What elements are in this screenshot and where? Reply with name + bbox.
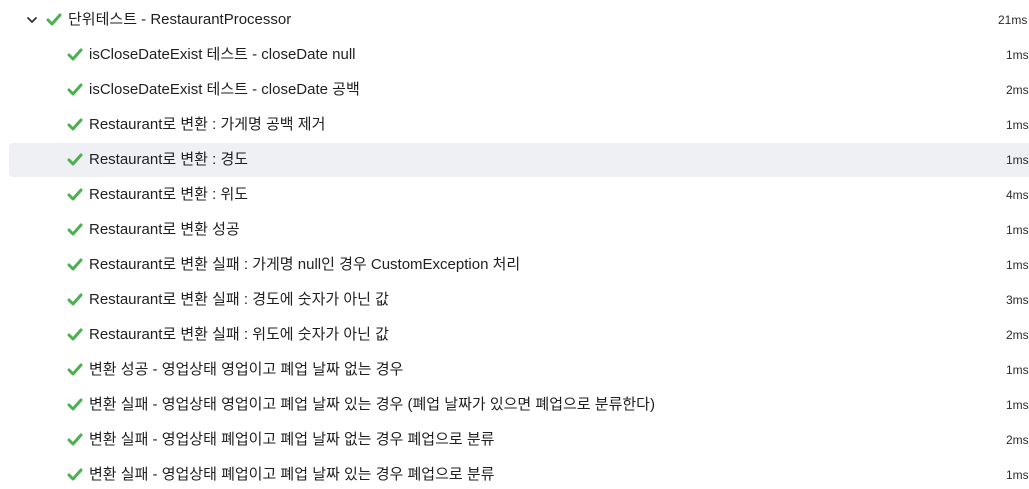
check-icon: [67, 293, 83, 306]
chevron-down-icon[interactable]: [26, 14, 38, 26]
test-duration: 2ms: [1006, 328, 1029, 342]
test-row[interactable]: Restaurant로 변환 성공 1ms: [0, 213, 1029, 247]
check-icon: [46, 13, 62, 26]
test-name: 변환 실패 - 영업상태 폐업이고 폐업 날짜 있는 경우 폐업으로 분류: [89, 466, 495, 483]
suite-row[interactable]: 단위테스트 - RestaurantProcessor 21ms: [0, 3, 1029, 37]
check-icon: [67, 363, 83, 376]
test-duration: 1ms: [1006, 398, 1029, 412]
test-duration: 3ms: [1006, 293, 1029, 307]
check-icon: [67, 258, 83, 271]
test-row[interactable]: Restaurant로 변환 : 위도 4ms: [0, 178, 1029, 212]
test-row[interactable]: Restaurant로 변환 실패 : 가게명 null인 경우 CustomE…: [0, 248, 1029, 282]
test-name: Restaurant로 변환 : 경도: [89, 151, 249, 168]
test-duration: 1ms: [1006, 153, 1029, 167]
check-icon: [67, 83, 83, 96]
test-row[interactable]: isCloseDateExist 테스트 - closeDate 공백 2ms: [0, 73, 1029, 107]
check-icon: [67, 468, 83, 481]
test-row[interactable]: Restaurant로 변환 : 가게명 공백 제거 1ms: [0, 108, 1029, 142]
check-icon: [67, 188, 83, 201]
test-name: 변환 성공 - 영업상태 영업이고 폐업 날짜 없는 경우: [89, 361, 404, 378]
check-icon: [67, 48, 83, 61]
test-duration: 1ms: [1006, 48, 1029, 62]
test-row[interactable]: Restaurant로 변환 : 경도 1ms: [0, 143, 1029, 177]
test-duration: 1ms: [1006, 468, 1029, 482]
suite-duration: 21ms: [998, 13, 1028, 27]
test-name: isCloseDateExist 테스트 - closeDate 공백: [89, 81, 360, 98]
test-name: Restaurant로 변환 : 가게명 공백 제거: [89, 116, 326, 133]
check-icon: [67, 153, 83, 166]
check-icon: [67, 398, 83, 411]
test-duration: 1ms: [1006, 258, 1029, 272]
test-name: Restaurant로 변환 : 위도: [89, 186, 249, 203]
test-duration: 4ms: [1006, 188, 1029, 202]
check-icon: [67, 433, 83, 446]
test-row[interactable]: 변환 성공 - 영업상태 영업이고 폐업 날짜 없는 경우 1ms: [0, 353, 1029, 387]
suite-title: 단위테스트 - RestaurantProcessor: [68, 11, 292, 28]
test-row[interactable]: Restaurant로 변환 실패 : 경도에 숫자가 아닌 값 3ms: [0, 283, 1029, 317]
check-icon: [67, 328, 83, 341]
test-duration: 1ms: [1006, 223, 1029, 237]
test-name: 변환 실패 - 영업상태 영업이고 폐업 날짜 있는 경우 (폐업 날짜가 있으…: [89, 396, 655, 413]
test-name: Restaurant로 변환 실패 : 위도에 숫자가 아닌 값: [89, 326, 389, 343]
test-duration: 2ms: [1006, 433, 1029, 447]
test-name: Restaurant로 변환 성공: [89, 221, 240, 238]
test-row[interactable]: 변환 실패 - 영업상태 폐업이고 폐업 날짜 없는 경우 폐업으로 분류 2ms: [0, 423, 1029, 457]
test-duration: 2ms: [1006, 83, 1029, 97]
check-icon: [67, 223, 83, 236]
test-name: Restaurant로 변환 실패 : 가게명 null인 경우 CustomE…: [89, 256, 521, 273]
check-icon: [67, 118, 83, 131]
test-name: Restaurant로 변환 실패 : 경도에 숫자가 아닌 값: [89, 291, 389, 308]
test-row[interactable]: 변환 실패 - 영업상태 폐업이고 폐업 날짜 있는 경우 폐업으로 분류 1ms: [0, 458, 1029, 489]
test-row[interactable]: isCloseDateExist 테스트 - closeDate null 1ms: [0, 38, 1029, 72]
test-duration: 1ms: [1006, 363, 1029, 377]
test-row[interactable]: Restaurant로 변환 실패 : 위도에 숫자가 아닌 값 2ms: [0, 318, 1029, 352]
test-name: 변환 실패 - 영업상태 폐업이고 폐업 날짜 없는 경우 폐업으로 분류: [89, 431, 495, 448]
test-results-tree: 단위테스트 - RestaurantProcessor 21ms isClose…: [0, 0, 1029, 489]
test-row[interactable]: 변환 실패 - 영업상태 영업이고 폐업 날짜 있는 경우 (폐업 날짜가 있으…: [0, 388, 1029, 422]
test-name: isCloseDateExist 테스트 - closeDate null: [89, 46, 356, 63]
test-duration: 1ms: [1006, 118, 1029, 132]
